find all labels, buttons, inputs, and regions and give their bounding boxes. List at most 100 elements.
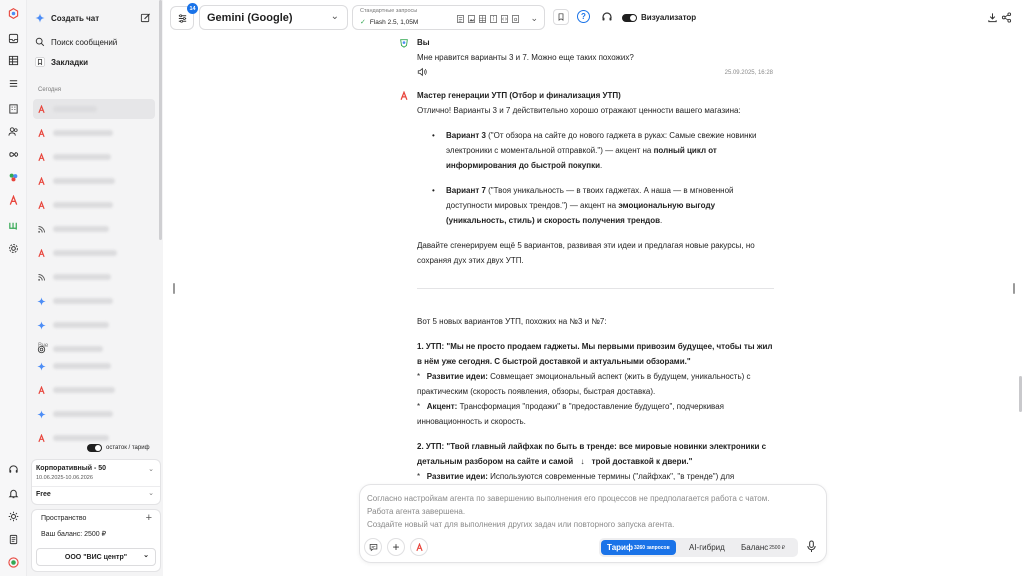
feed-icon (37, 225, 46, 234)
composer-line-3: Создайте новый чат для выполнения других… (367, 520, 675, 529)
tariff-label: Тариф (607, 543, 633, 552)
requests-chevron-icon: ⌄ (530, 13, 538, 23)
share-icon[interactable] (1000, 11, 1012, 23)
tariff-segment[interactable]: Тариф 3260 запросов (601, 540, 676, 555)
history-item[interactable] (33, 291, 155, 311)
plan-card[interactable]: Корпоративный - 50 10.06.2025-10.06.2026… (31, 459, 161, 505)
history-item[interactable] (33, 404, 155, 424)
agents-icon[interactable] (6, 170, 21, 185)
support-headset-icon[interactable] (600, 10, 613, 23)
section-today: Сегодня (38, 87, 61, 93)
headset-icon[interactable] (6, 462, 21, 477)
visualizer-toggle-row[interactable]: Визуализатор (622, 13, 696, 22)
list-icon[interactable] (6, 76, 21, 91)
history-item[interactable] (33, 123, 155, 143)
search-messages-button[interactable]: Поиск сообщений (35, 37, 117, 47)
infinity-icon[interactable] (6, 147, 21, 162)
bell-icon[interactable] (6, 486, 21, 501)
utp-2-dev-text: Используются современные термины ("лайфх… (487, 472, 735, 481)
history-item-title-blurred (53, 130, 113, 136)
history-item-title-blurred (53, 250, 117, 256)
history-item[interactable] (33, 171, 155, 191)
org-select[interactable]: ООО "ВИС центр" ⌄ (36, 548, 156, 566)
utp-2-dev-label: Развитие идеи: (426, 472, 488, 481)
history-item-title-blurred (53, 202, 113, 208)
edit-icon[interactable] (140, 12, 151, 23)
history-item[interactable] (33, 267, 155, 287)
download-icon[interactable] (986, 11, 998, 23)
org-name: ООО "ВИС центр" (64, 553, 128, 561)
ai-hybrid-segment[interactable]: AI-гибрид (683, 540, 731, 555)
settings-gear-icon[interactable] (6, 241, 21, 256)
sidebar-scrollbar[interactable] (159, 0, 162, 240)
left-resize-handle[interactable] (173, 283, 175, 294)
inbox-icon[interactable] (6, 31, 21, 46)
search-label: Поиск сообщений (51, 37, 118, 47)
chat-scrollbar[interactable] (1019, 376, 1022, 412)
history-item[interactable] (33, 147, 155, 167)
history-item[interactable] (33, 356, 155, 376)
check-icon: ✓ (360, 19, 366, 26)
requests-selector[interactable]: Стандартные запросы ✓ Flash 2.5, 1,05M ⌄ (352, 5, 545, 30)
help-icon[interactable]: ? (577, 10, 590, 23)
space-panel: Пространство + Ваш баланс: 2500 ₽ ООО "В… (31, 509, 161, 572)
bookmark-icon (35, 57, 45, 67)
remaining-toggle-row[interactable]: остаток / тариф (87, 444, 150, 452)
shch-icon[interactable] (6, 218, 21, 233)
utp-1-dev-label: Развитие идеи: (426, 372, 488, 381)
agent-button[interactable] (410, 538, 428, 556)
code-type-icon (501, 15, 508, 23)
variant-7-item: Вариант 7 ("Твоя уникальность — в твоих … (417, 183, 777, 228)
composer-line-1: Согласно настройкам агента по завершению… (367, 494, 770, 503)
image-type-icon (468, 15, 475, 23)
history-item[interactable] (33, 243, 155, 263)
ai-hybrid-label: AI-гибрид (689, 543, 725, 552)
visualizer-toggle[interactable] (622, 13, 637, 22)
user-avatar-icon (399, 38, 409, 48)
a-icon (37, 104, 46, 114)
new-variants-intro: Вот 5 новых вариантов УТП, похожих на №3… (417, 317, 607, 326)
building-icon[interactable] (6, 101, 21, 116)
bot-outro: Давайте сгенерируем ещё 5 вариантов, раз… (417, 241, 755, 265)
remaining-toggle[interactable] (87, 444, 102, 452)
bookmark-button[interactable] (553, 9, 569, 25)
history-item[interactable] (33, 219, 155, 239)
history-item-title-blurred (53, 346, 103, 352)
table-icon[interactable] (6, 53, 21, 68)
new-chat-label: Создать чат (51, 13, 100, 23)
right-resize-handle[interactable] (1013, 283, 1015, 294)
chat-bubble-button[interactable] (364, 538, 382, 556)
app-logo-icon[interactable] (6, 6, 21, 21)
balance-segment[interactable]: Баланс 2500 ₽ (735, 540, 791, 555)
history-item[interactable] (33, 380, 155, 400)
model-select[interactable]: Gemini (Google) ⌄ (199, 5, 348, 30)
message-divider (417, 288, 774, 289)
utp-variants-block: Вот 5 новых вариантов УТП, похожих на №3… (417, 314, 777, 484)
user-message: Вы Мне нравится варианты 3 и 7. Можно ещ… (417, 35, 777, 65)
document-icon[interactable] (6, 532, 21, 547)
sun-icon[interactable] (6, 509, 21, 524)
tier-chevron-icon[interactable]: ⌄ (148, 489, 154, 497)
history-item[interactable] (33, 195, 155, 215)
composer-line-2: Работа агента завершена. (367, 507, 466, 516)
history-item[interactable] (33, 315, 155, 335)
user-avatar-icon[interactable] (6, 555, 21, 570)
plan-chevron-icon[interactable]: ⌄ (148, 465, 154, 473)
bot-intro: Отлично! Варианты 3 и 7 действительно хо… (417, 106, 741, 115)
notifications-badge: 14 (187, 3, 198, 14)
add-space-icon[interactable]: + (146, 512, 152, 524)
bookmarks-button[interactable]: Закладки (35, 57, 88, 67)
scroll-down-arrow-icon[interactable]: ↓ (575, 454, 589, 469)
anthropic-icon[interactable] (6, 193, 21, 208)
microphone-icon[interactable] (806, 540, 818, 554)
history-item[interactable] (33, 99, 155, 119)
new-chat-button[interactable]: Создать чат (35, 13, 99, 23)
speaker-icon[interactable] (417, 67, 428, 78)
history-item-title-blurred (53, 363, 111, 369)
audio-type-icon (512, 15, 519, 23)
plan-name: Корпоративный - 50 (36, 465, 107, 472)
variant-7-label: Вариант 7 (446, 186, 486, 195)
utp-1-accent: * Акцент: Трансформация "продажи" в "пре… (417, 402, 724, 426)
users-icon[interactable] (6, 124, 21, 139)
attach-plus-button[interactable]: + (387, 538, 405, 556)
